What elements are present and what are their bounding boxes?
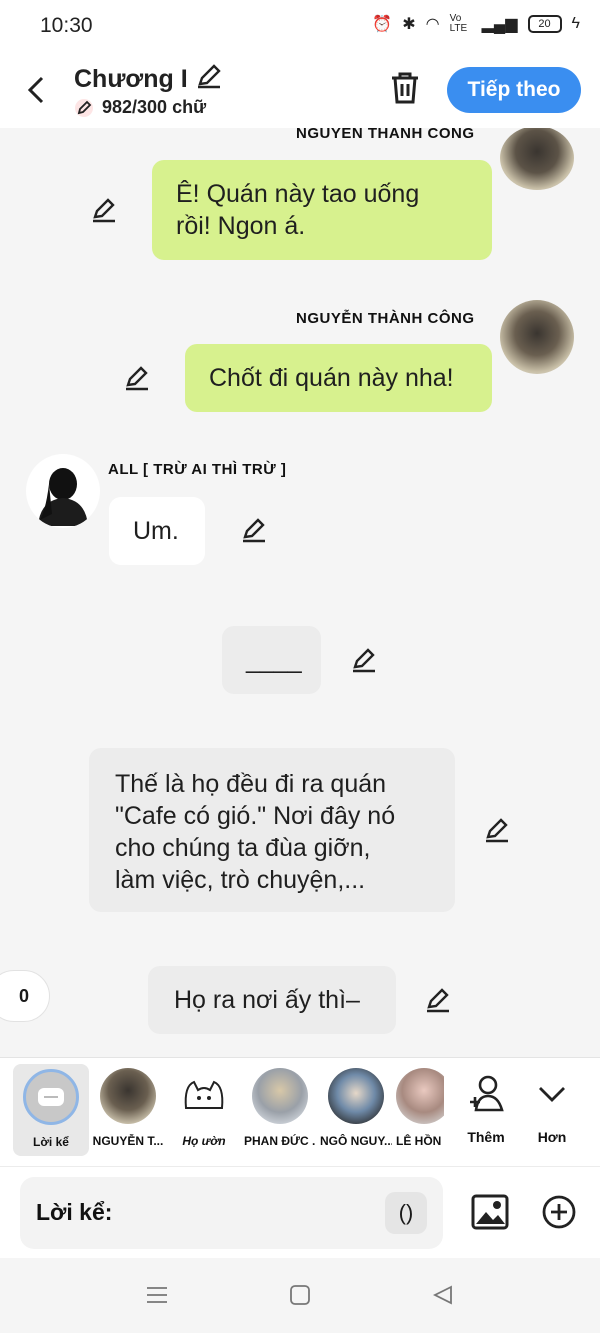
chevron-down-icon	[539, 1087, 565, 1102]
character-label: NGUYỄN T...	[92, 1134, 164, 1148]
alarm-icon: ⏰	[372, 16, 393, 33]
more-button[interactable]: Hơn	[516, 1068, 588, 1145]
narration-label: Lời kể:	[36, 1199, 113, 1225]
character-label: PHAN ĐỨC ...	[244, 1134, 316, 1148]
battery-icon: 20	[527, 15, 562, 33]
speaker-name: NGUYỄN THÀNH CÔNG	[296, 310, 475, 327]
message-bubble[interactable]: Um.	[109, 497, 205, 565]
word-count-text: 982/300 chữ	[102, 97, 207, 117]
character-label: LÊ HỒN	[396, 1134, 442, 1148]
chevron-left-icon	[27, 76, 44, 104]
message-bubble[interactable]: Ê! Quán này tao uống rồi! Ngon á.	[152, 160, 492, 260]
status-time: 10:30	[40, 14, 93, 37]
side-counter[interactable]: 0	[0, 970, 50, 1022]
cat-sketch-icon	[184, 1080, 224, 1109]
trash-icon	[392, 72, 418, 104]
edit-icon[interactable]	[90, 196, 118, 224]
home-icon[interactable]	[289, 1284, 311, 1306]
character-avatar	[176, 1068, 232, 1124]
message-bubble[interactable]: Chốt đi quán này nha!	[185, 344, 492, 412]
character-item[interactable]: NGÔ NGUY...	[320, 1068, 392, 1148]
character-label: Thêm	[467, 1129, 505, 1145]
signal-icon: ▂▄▆	[481, 16, 518, 33]
chapter-title-text: Chương I	[74, 65, 188, 93]
character-item[interactable]: PHAN ĐỨC ...	[244, 1068, 316, 1148]
avatar[interactable]	[500, 128, 574, 190]
back-button[interactable]	[22, 74, 52, 106]
message-line: ____	[246, 646, 302, 674]
menu-icon[interactable]	[146, 1284, 168, 1306]
next-button[interactable]: Tiếp theo	[447, 67, 581, 113]
message-bubble[interactable]: ____	[222, 626, 321, 694]
character-avatar	[328, 1068, 384, 1124]
message-bubble[interactable]: Họ ra nơi ấy thì–	[148, 966, 396, 1034]
character-item[interactable]: NGUYỄN T...	[92, 1068, 164, 1148]
delete-button[interactable]	[388, 70, 422, 106]
input-bar: Lời kể: ()	[0, 1166, 600, 1259]
wifi-icon: ◠	[425, 16, 440, 33]
character-narrator[interactable]: Lời kể	[13, 1064, 89, 1156]
message-line: Chốt đi quán này nha!	[209, 364, 454, 392]
message-line: làm việc, trò chuyện,...	[115, 866, 366, 894]
message-line: Um.	[133, 517, 179, 545]
character-item[interactable]: Họ ườn	[168, 1068, 240, 1148]
bluetooth-icon: ✱	[402, 16, 416, 33]
edit-icon[interactable]	[123, 364, 151, 392]
avatar[interactable]	[500, 300, 574, 374]
edit-icon[interactable]	[350, 646, 378, 674]
image-icon	[471, 1194, 509, 1230]
message-line: Ê! Quán này tao uống	[176, 180, 420, 208]
charging-icon: ϟ	[571, 15, 580, 32]
character-avatar	[252, 1068, 308, 1124]
message-line: cho chúng ta đùa giỡn,	[115, 834, 371, 862]
battery-level: 20	[538, 18, 551, 30]
image-button[interactable]	[471, 1194, 509, 1230]
status-bar: 10:30 ⏰ ✱ ◠ Vo LTE ▂▄▆ 20 ϟ	[0, 0, 600, 52]
add-button[interactable]	[541, 1194, 577, 1230]
character-avatar	[100, 1068, 156, 1124]
silhouette-icon	[38, 468, 88, 526]
message-bubble[interactable]: Thế là họ đều đi ra quán "Cafe có gió." …	[89, 748, 455, 912]
pencil-small-icon	[75, 98, 93, 117]
plus-circle-icon	[542, 1195, 576, 1229]
speaker-name: NGUYỄN THÀNH CÔNG	[296, 128, 475, 142]
back-nav-icon[interactable]	[432, 1284, 454, 1306]
chat-bubble-icon	[38, 1088, 64, 1106]
volte-icon: Vo LTE	[449, 13, 468, 34]
parenthesis-button[interactable]: ()	[385, 1192, 427, 1234]
message-line: "Cafe có gió." Nơi đây nó	[115, 802, 396, 830]
word-count: 982/300 chữ	[74, 97, 206, 118]
edit-icon[interactable]	[483, 816, 511, 844]
character-label: Họ ườn	[182, 1134, 226, 1148]
character-strip: Lời kể NGUYỄN T... Họ ườn PHAN ĐỨC ... N…	[0, 1057, 600, 1166]
character-avatar	[396, 1068, 444, 1124]
message-line: Thế là họ đều đi ra quán	[115, 770, 387, 798]
character-label: NGÔ NGUY...	[320, 1134, 392, 1148]
character-label: Lời kể	[33, 1135, 69, 1149]
add-user-icon	[470, 1075, 504, 1112]
message-line: rồi! Ngon á.	[176, 212, 306, 240]
edit-icon[interactable]	[424, 986, 452, 1014]
narration-input[interactable]: Lời kể: ()	[20, 1177, 443, 1249]
character-label: Hơn	[537, 1129, 567, 1145]
message-line: Họ ra nơi ấy thì–	[174, 986, 360, 1014]
header: Chương I 982/300 chữ Tiếp theo	[0, 52, 600, 128]
chat-area: NGUYỄN THÀNH CÔNG Ê! Quán này tao uống r…	[0, 128, 600, 1057]
character-item[interactable]: LÊ HỒN	[396, 1068, 444, 1148]
avatar[interactable]	[26, 454, 100, 528]
add-character-button[interactable]: Thêm	[450, 1068, 522, 1145]
speaker-name: ALL [ TRỪ AI THÌ TRỪ ]	[108, 461, 287, 478]
chapter-title[interactable]: Chương I	[74, 62, 223, 94]
edit-icon[interactable]	[240, 516, 268, 544]
status-icons: ⏰ ✱ ◠ Vo LTE ▂▄▆ 20 ϟ	[372, 14, 580, 34]
narrator-avatar	[23, 1069, 79, 1125]
pencil-icon	[197, 64, 221, 89]
nav-bar	[0, 1258, 600, 1333]
